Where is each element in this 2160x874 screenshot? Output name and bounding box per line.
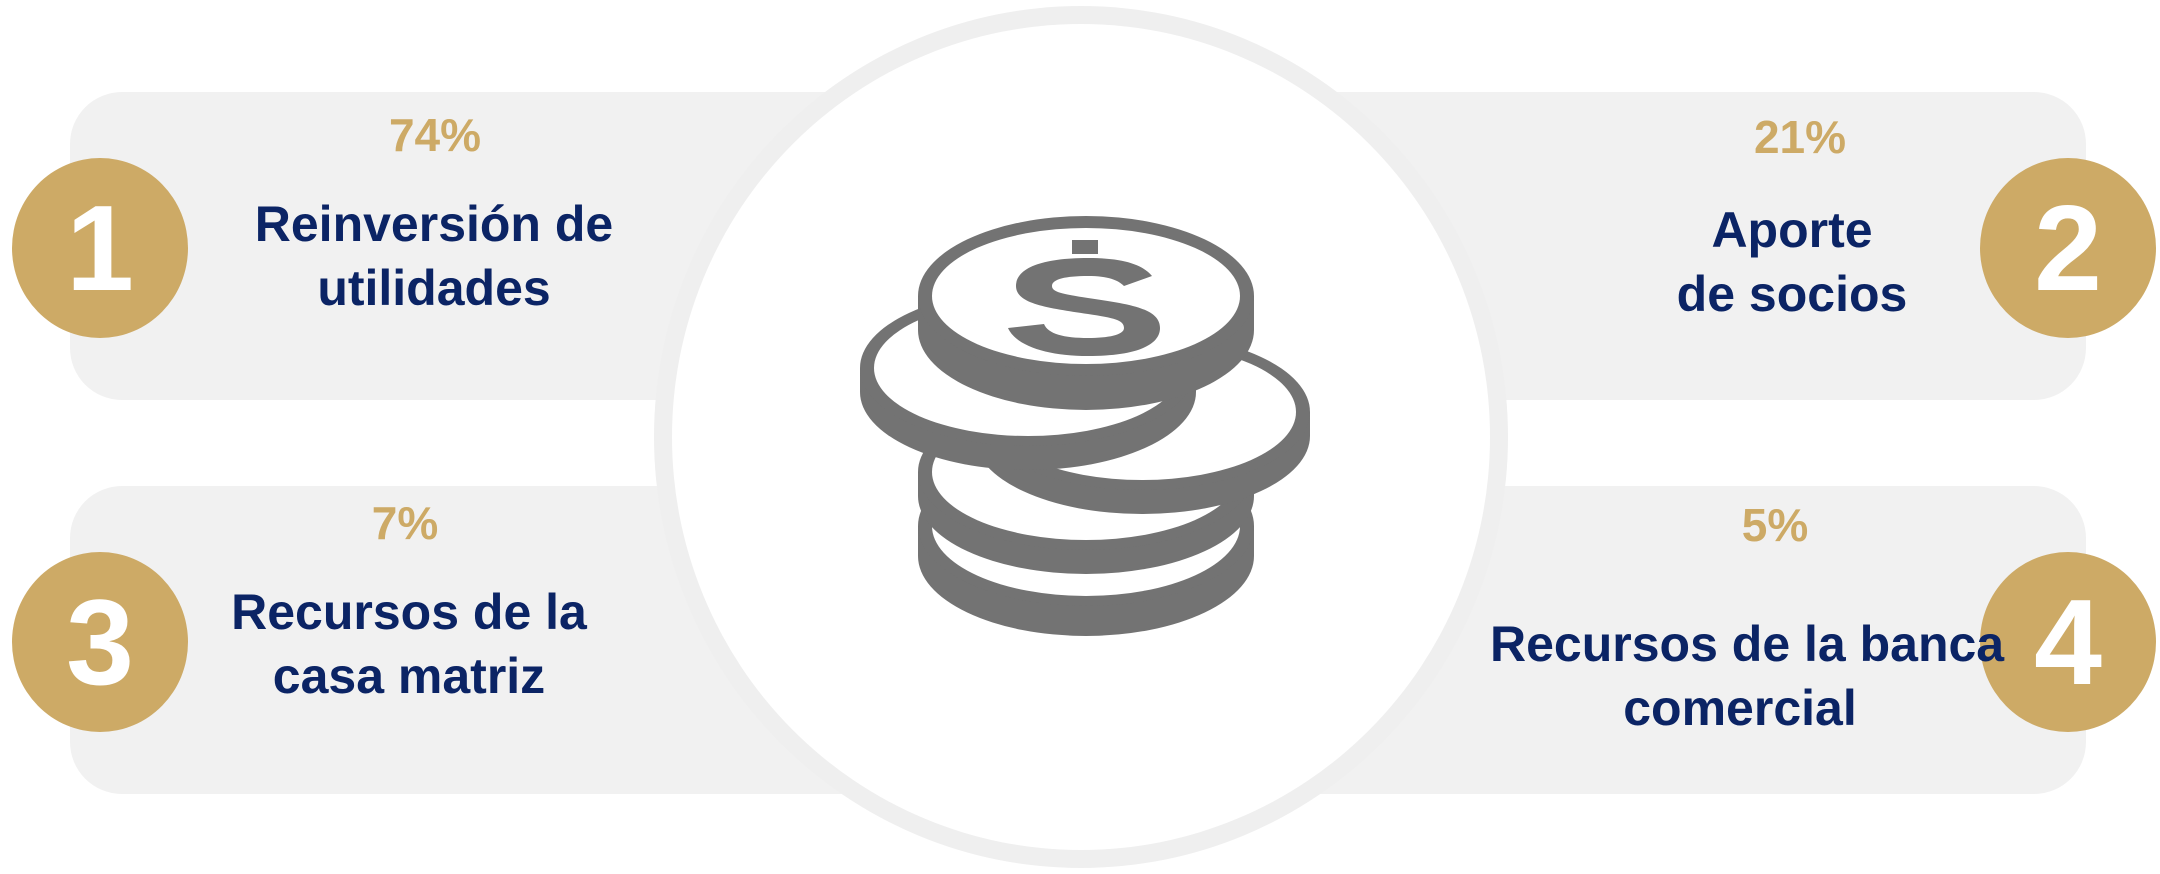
label-item-4-line1: Recursos de la banca [1490,616,2005,672]
label-item-1: Reinversión de utilidades [234,192,634,320]
percent-item-1: 74% [388,109,482,161]
label-item-1-line2: utilidades [317,260,551,316]
label-item-3: Recursos de la casa matriz [214,580,604,708]
coin-stack-dollar-icon [860,216,1310,636]
percent-item-4: 5% [1741,499,1809,551]
number-badge-3: 3 [12,552,188,732]
label-item-4-line2: comercial [1623,680,1857,736]
number-badge-1: 1 [12,158,188,338]
label-item-4: Recursos de la banca comercial [1490,612,2005,740]
number-badge-2: 2 [1980,158,2156,338]
percent-item-2: 21% [1753,111,1847,163]
label-item-1-line1: Reinversión de [254,196,614,252]
label-item-2-line2: de socios [1676,266,1908,322]
percent-item-3: 7% [371,497,439,549]
number-badge-4: 4 [1980,552,2156,732]
label-item-3-line1: Recursos de la [231,584,587,640]
label-item-2-line1: Aporte [1711,202,1873,258]
label-item-2: Aporte de socios [1612,198,1972,326]
label-item-3-line2: casa matriz [272,648,546,704]
